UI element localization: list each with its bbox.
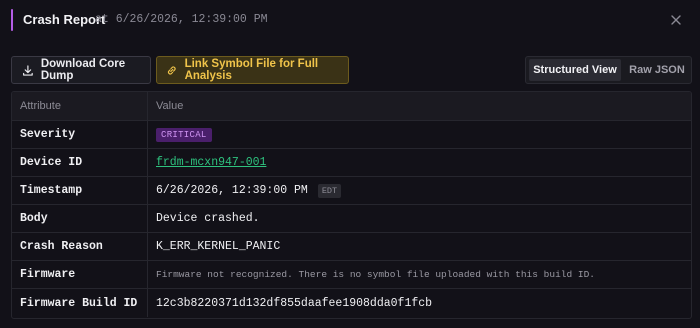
attr-label-firmware: Firmware	[20, 268, 76, 281]
close-icon	[671, 15, 681, 25]
table-row-severity: Severity CRITICAL	[12, 121, 691, 149]
toolbar: Download Core Dump Link Symbol File for …	[0, 56, 700, 84]
dialog-title: Crash Report	[23, 12, 106, 27]
column-header-value: Value	[156, 100, 184, 112]
tab-raw-json[interactable]: Raw JSON	[625, 59, 689, 81]
attr-label-body: Body	[20, 212, 48, 225]
table-row-firmware: Firmware Firmware not recognized. There …	[12, 261, 691, 289]
download-core-dump-button[interactable]: Download Core Dump	[11, 56, 151, 84]
timezone-badge: EDT	[317, 183, 342, 198]
attr-label-timestamp: Timestamp	[20, 184, 83, 197]
column-header-attribute: Attribute	[12, 92, 148, 120]
header-accent-bar	[11, 9, 13, 31]
attr-label-firmware-build-id: Firmware Build ID	[20, 296, 138, 310]
firmware-build-id-value: 12c3b8220371d132df855daafee1908dda0f1fcb	[156, 296, 433, 310]
download-core-dump-label: Download Core Dump	[40, 58, 126, 82]
table-row-body: Body Device crashed.	[12, 205, 691, 233]
attr-label-device-id: Device ID	[20, 156, 83, 169]
body-value: Device crashed.	[156, 212, 260, 225]
table-row-crash-reason: Crash Reason K_ERR_KERNEL_PANIC	[12, 233, 691, 261]
tab-structured-view[interactable]: Structured View	[529, 59, 621, 81]
dialog-header: Crash Report at 6/26/2026, 12:39:00 PM	[0, 0, 700, 40]
link-symbol-file-button[interactable]: Link Symbol File for Full Analysis	[156, 56, 349, 84]
download-icon	[23, 64, 33, 76]
timestamp-value: 6/26/2026, 12:39:00 PM	[156, 184, 308, 197]
link-symbol-file-label: Link Symbol File for Full Analysis	[184, 58, 319, 82]
attr-label-crash-reason: Crash Reason	[20, 240, 103, 253]
link-icon	[167, 65, 176, 75]
table-header-row: Attribute Value	[12, 92, 691, 121]
device-id-link[interactable]: frdm-mcxn947-001	[156, 156, 266, 169]
firmware-value: Firmware not recognized. There is no sym…	[156, 269, 595, 280]
close-button[interactable]	[668, 12, 684, 28]
dialog-subtitle: at 6/26/2026, 12:39:00 PM	[95, 13, 268, 26]
view-toggle: Structured View Raw JSON	[525, 56, 692, 84]
severity-badge: CRITICAL	[156, 127, 212, 142]
table-row-timestamp: Timestamp 6/26/2026, 12:39:00 PM EDT	[12, 177, 691, 205]
attr-label-severity: Severity	[20, 128, 76, 141]
attributes-table: Attribute Value Severity CRITICAL Device…	[11, 91, 692, 319]
crash-reason-value: K_ERR_KERNEL_PANIC	[156, 240, 281, 253]
table-row-device-id: Device ID frdm-mcxn947-001	[12, 149, 691, 177]
table-row-firmware-build-id: Firmware Build ID 12c3b8220371d132df855d…	[12, 289, 691, 317]
